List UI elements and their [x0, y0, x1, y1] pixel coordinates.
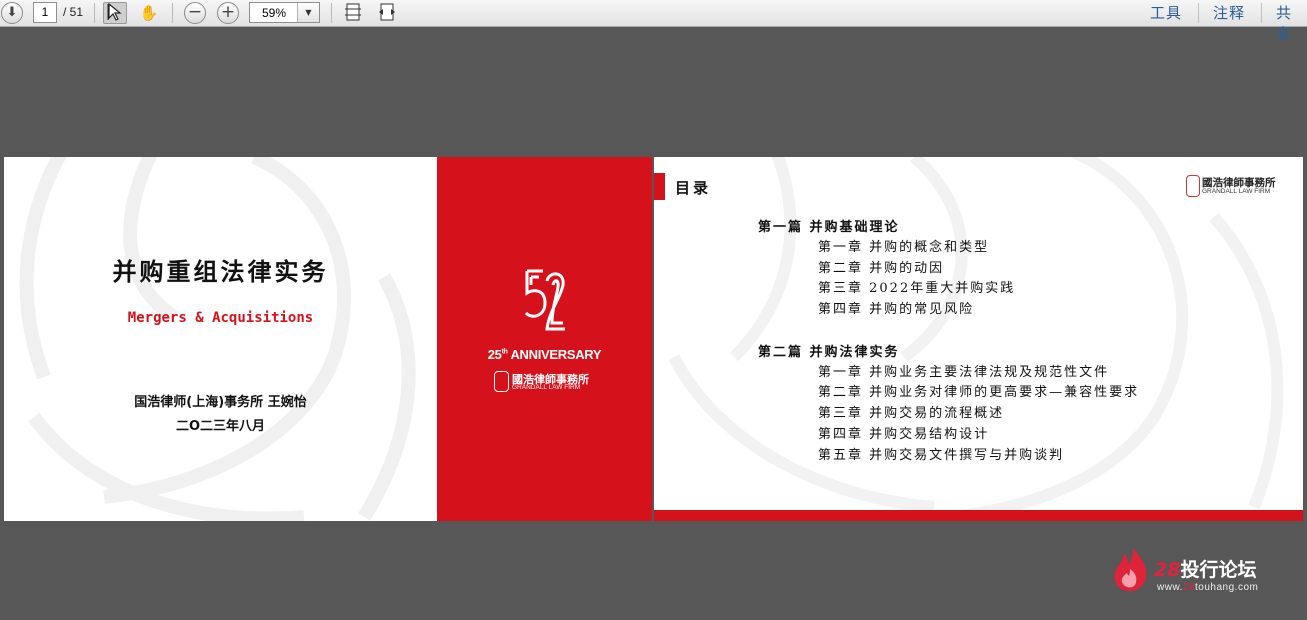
toc-list: 第一篇 并购基础理论 第一章 并购的概念和类型 第二章 并购的动因 第三章 20… [758, 216, 1278, 464]
cover-page: 并购重组法律实务 Mergers & Acquisitions 国浩律师(上海)… [4, 157, 437, 521]
site-name: 28投行论坛 [1154, 559, 1257, 581]
flame-logo-icon [1114, 547, 1147, 592]
footer-red-bar [654, 510, 1303, 521]
download-icon[interactable]: ⬇ [1, 2, 23, 24]
firm-seal-icon [494, 371, 509, 392]
toc-chapter: 第一章 并购的概念和类型 [818, 240, 990, 255]
anniversary-25-logo [524, 269, 565, 331]
toc-page: 目录 國浩律師事務所 GRANDALL LAW FIRM 第一篇 并购基础理论 … [654, 157, 1303, 521]
zoom-in-icon[interactable]: + [217, 2, 239, 24]
page-total: / 51 [63, 5, 84, 19]
comment-menu[interactable]: 注释 [1213, 2, 1245, 23]
chevron-down-icon[interactable]: ▼ [297, 3, 319, 22]
fit-page-icon[interactable] [341, 2, 365, 24]
toc-chapter: 第二章 并购业务对律师的更高要求—兼容性要求 [818, 385, 1140, 401]
toc-chapter: 第五章 并购交易文件撰写与并购谈判 [818, 447, 1065, 463]
share-menu[interactable]: 共享 [1276, 2, 1307, 44]
cover-author: 国浩律师(上海)事务所 王婉怡 [134, 395, 307, 410]
title-accent-bar [654, 173, 665, 200]
toolbar-divider [1261, 3, 1262, 23]
cover-date: 二O二三年八月 [175, 419, 266, 434]
toolbar-divider [331, 3, 332, 23]
toc-chapter: 第三章 并购交易的流程概述 [818, 406, 1005, 422]
firm-name-en: GRANDALL LAW FIRM [512, 384, 581, 391]
site-url: www.28touhang.com [1157, 582, 1259, 593]
anniversary-label: 25th ANNIVERSARY [487, 347, 602, 362]
fit-width-icon[interactable] [375, 2, 399, 24]
toc-part-heading: 第一篇 并购基础理论 [758, 220, 900, 235]
tools-menu[interactable]: 工具 [1150, 2, 1182, 23]
toc-title: 目录 [675, 179, 712, 197]
toc-chapter: 第三章 2022年重大并购实践 [818, 281, 1016, 297]
toc-chapter: 第一章 并购业务主要法律法规及规范性文件 [818, 364, 1110, 380]
toolbar-divider [172, 3, 173, 23]
anniversary-page: 25th ANNIVERSARY 國浩律師事務所 GRANDALL LAW FI… [437, 157, 652, 521]
toolbar: ⬇ 1 / 51 ✋ − + 59% ▼ 工具 注释 共享 [0, 0, 1307, 43]
toc-part-heading: 第二篇 并购法律实务 [758, 344, 900, 360]
site-watermark: 28投行论坛 www.28touhang.com [1112, 545, 1302, 595]
toc-chapter: 第四章 并购交易结构设计 [818, 426, 990, 442]
toc-chapter: 第四章 并购的常见风险 [818, 302, 975, 318]
cover-subtitle: Mergers & Acquisitions [127, 310, 314, 326]
toolbar-divider [1198, 3, 1199, 23]
toc-chapter: 第二章 并购的动因 [818, 260, 945, 276]
cover-title: 并购重组法律实务 [112, 257, 329, 286]
hand-tool-icon[interactable]: ✋ [137, 2, 161, 24]
firm-seal-icon [1186, 175, 1200, 197]
select-tool-icon[interactable] [103, 2, 127, 24]
toolbar-divider [94, 3, 95, 23]
page-number-input[interactable]: 1 [33, 2, 57, 23]
zoom-select[interactable]: 59% ▼ [249, 2, 320, 23]
zoom-out-icon[interactable]: − [184, 2, 206, 24]
firm-name-en: GRANDALL LAW FIRM [1202, 188, 1271, 195]
zoom-value: 59% [262, 6, 287, 20]
background-watermark-graphic [19, 157, 416, 521]
